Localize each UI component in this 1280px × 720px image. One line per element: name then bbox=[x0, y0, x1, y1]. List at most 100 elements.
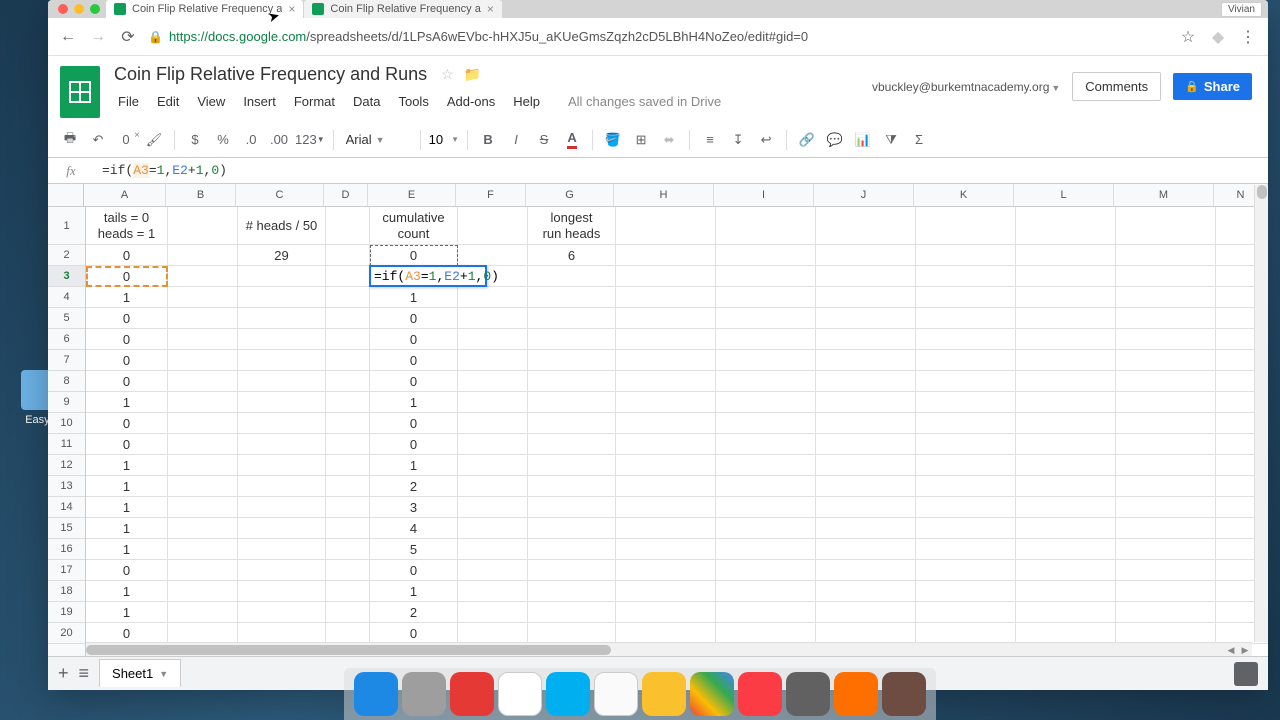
cell-I13[interactable] bbox=[716, 476, 816, 497]
cell-H14[interactable] bbox=[616, 497, 716, 518]
cell-D19[interactable] bbox=[326, 602, 370, 623]
cell-G11[interactable] bbox=[528, 434, 616, 455]
cell-K10[interactable] bbox=[916, 413, 1016, 434]
cell-C14[interactable] bbox=[238, 497, 326, 518]
cell-G19[interactable] bbox=[528, 602, 616, 623]
cell-E13[interactable]: 2 bbox=[370, 476, 458, 497]
cell-E7[interactable]: 0 bbox=[370, 350, 458, 371]
cell-F6[interactable] bbox=[458, 329, 528, 350]
cell-E12[interactable]: 1 bbox=[370, 455, 458, 476]
cell-L15[interactable] bbox=[1016, 518, 1116, 539]
cell-A4[interactable]: 1 bbox=[86, 287, 168, 308]
cell-M4[interactable] bbox=[1116, 287, 1216, 308]
horizontal-scrollbar[interactable]: ◀ ▶ bbox=[86, 642, 1252, 656]
cell-G6[interactable] bbox=[528, 329, 616, 350]
cell-G13[interactable] bbox=[528, 476, 616, 497]
cell-M15[interactable] bbox=[1116, 518, 1216, 539]
cell-L3[interactable] bbox=[1016, 266, 1116, 287]
dock-app-settings[interactable] bbox=[786, 672, 830, 716]
cell-G3[interactable] bbox=[528, 266, 616, 287]
cell-M6[interactable] bbox=[1116, 329, 1216, 350]
url-input[interactable]: 🔒 https://docs.google.com/spreadsheets/d… bbox=[148, 29, 1168, 44]
cell-G14[interactable] bbox=[528, 497, 616, 518]
cell-M17[interactable] bbox=[1116, 560, 1216, 581]
cell-I9[interactable] bbox=[716, 392, 816, 413]
cell-E15[interactable]: 4 bbox=[370, 518, 458, 539]
cell-L20[interactable] bbox=[1016, 623, 1116, 644]
cell-B3[interactable] bbox=[168, 266, 238, 287]
cell-F19[interactable] bbox=[458, 602, 528, 623]
close-tab-icon[interactable]: × bbox=[288, 2, 295, 16]
cell-A13[interactable]: 1 bbox=[86, 476, 168, 497]
chevron-down-icon[interactable]: ▼ bbox=[159, 669, 168, 679]
cell-I17[interactable] bbox=[716, 560, 816, 581]
cell-C11[interactable] bbox=[238, 434, 326, 455]
cell-I4[interactable] bbox=[716, 287, 816, 308]
cell-C13[interactable] bbox=[238, 476, 326, 497]
cell-I11[interactable] bbox=[716, 434, 816, 455]
cell-E1[interactable]: cumulativecount bbox=[370, 207, 458, 245]
cell-F13[interactable] bbox=[458, 476, 528, 497]
cell-B6[interactable] bbox=[168, 329, 238, 350]
font-size-select[interactable]: 10▼ bbox=[429, 132, 459, 147]
menu-addons[interactable]: Add-ons bbox=[439, 91, 503, 112]
currency-format-button[interactable]: $ bbox=[183, 128, 207, 152]
cell-D20[interactable] bbox=[326, 623, 370, 644]
cell-F9[interactable] bbox=[458, 392, 528, 413]
cell-C19[interactable] bbox=[238, 602, 326, 623]
reload-button[interactable]: ⟳ bbox=[118, 27, 138, 47]
wrap-button[interactable]: ↩ bbox=[754, 128, 778, 152]
bold-button[interactable]: B bbox=[476, 128, 500, 152]
cell-H12[interactable] bbox=[616, 455, 716, 476]
cell-L5[interactable] bbox=[1016, 308, 1116, 329]
filter-button[interactable]: ⧩ bbox=[879, 128, 903, 152]
row-header-1[interactable]: 1 bbox=[48, 207, 85, 245]
cell-M7[interactable] bbox=[1116, 350, 1216, 371]
sheet-tab[interactable]: Sheet1▼ bbox=[99, 659, 181, 687]
cell-B9[interactable] bbox=[168, 392, 238, 413]
cell-B11[interactable] bbox=[168, 434, 238, 455]
cell-F17[interactable] bbox=[458, 560, 528, 581]
row-header-11[interactable]: 11 bbox=[48, 434, 85, 455]
cell-D12[interactable] bbox=[326, 455, 370, 476]
cell-C1[interactable]: # heads / 50 bbox=[238, 207, 326, 245]
column-header-E[interactable]: E bbox=[368, 184, 456, 206]
cell-C12[interactable] bbox=[238, 455, 326, 476]
cell-E4[interactable]: 1 bbox=[370, 287, 458, 308]
borders-button[interactable]: ⊞ bbox=[629, 128, 653, 152]
percent-format-button[interactable]: % bbox=[211, 128, 235, 152]
increase-decimal-button[interactable]: .00 bbox=[267, 128, 291, 152]
cell-B19[interactable] bbox=[168, 602, 238, 623]
document-title[interactable]: Coin Flip Relative Frequency and Runs bbox=[110, 62, 431, 87]
dock-app-skype[interactable] bbox=[546, 672, 590, 716]
sheets-logo[interactable] bbox=[60, 66, 100, 118]
all-sheets-button[interactable]: ≡ bbox=[79, 663, 90, 684]
cell-F18[interactable] bbox=[458, 581, 528, 602]
dock-app-generic3[interactable] bbox=[882, 672, 926, 716]
cell-J14[interactable] bbox=[816, 497, 916, 518]
cell-J15[interactable] bbox=[816, 518, 916, 539]
scrollbar-thumb[interactable] bbox=[1257, 185, 1267, 199]
maximize-window-button[interactable] bbox=[90, 4, 100, 14]
cell-K8[interactable] bbox=[916, 371, 1016, 392]
cell-E6[interactable]: 0 bbox=[370, 329, 458, 350]
decrease-decimal-button[interactable]: .0 bbox=[239, 128, 263, 152]
cell-E8[interactable]: 0 bbox=[370, 371, 458, 392]
dock-app-itunes[interactable] bbox=[738, 672, 782, 716]
row-header-17[interactable]: 17 bbox=[48, 560, 85, 581]
cell-G7[interactable] bbox=[528, 350, 616, 371]
cell-B4[interactable] bbox=[168, 287, 238, 308]
cell-B16[interactable] bbox=[168, 539, 238, 560]
cell-M12[interactable] bbox=[1116, 455, 1216, 476]
cell-D18[interactable] bbox=[326, 581, 370, 602]
spreadsheet-grid[interactable]: 1234567891011121314151617181920 tails = … bbox=[48, 207, 1268, 669]
cell-H13[interactable] bbox=[616, 476, 716, 497]
cell-C3[interactable] bbox=[238, 266, 326, 287]
cell-B15[interactable] bbox=[168, 518, 238, 539]
close-tab-icon[interactable]: × bbox=[487, 2, 494, 16]
menu-insert[interactable]: Insert bbox=[235, 91, 284, 112]
cell-I1[interactable] bbox=[716, 207, 816, 245]
cell-M3[interactable] bbox=[1116, 266, 1216, 287]
cell-K4[interactable] bbox=[916, 287, 1016, 308]
cell-K5[interactable] bbox=[916, 308, 1016, 329]
